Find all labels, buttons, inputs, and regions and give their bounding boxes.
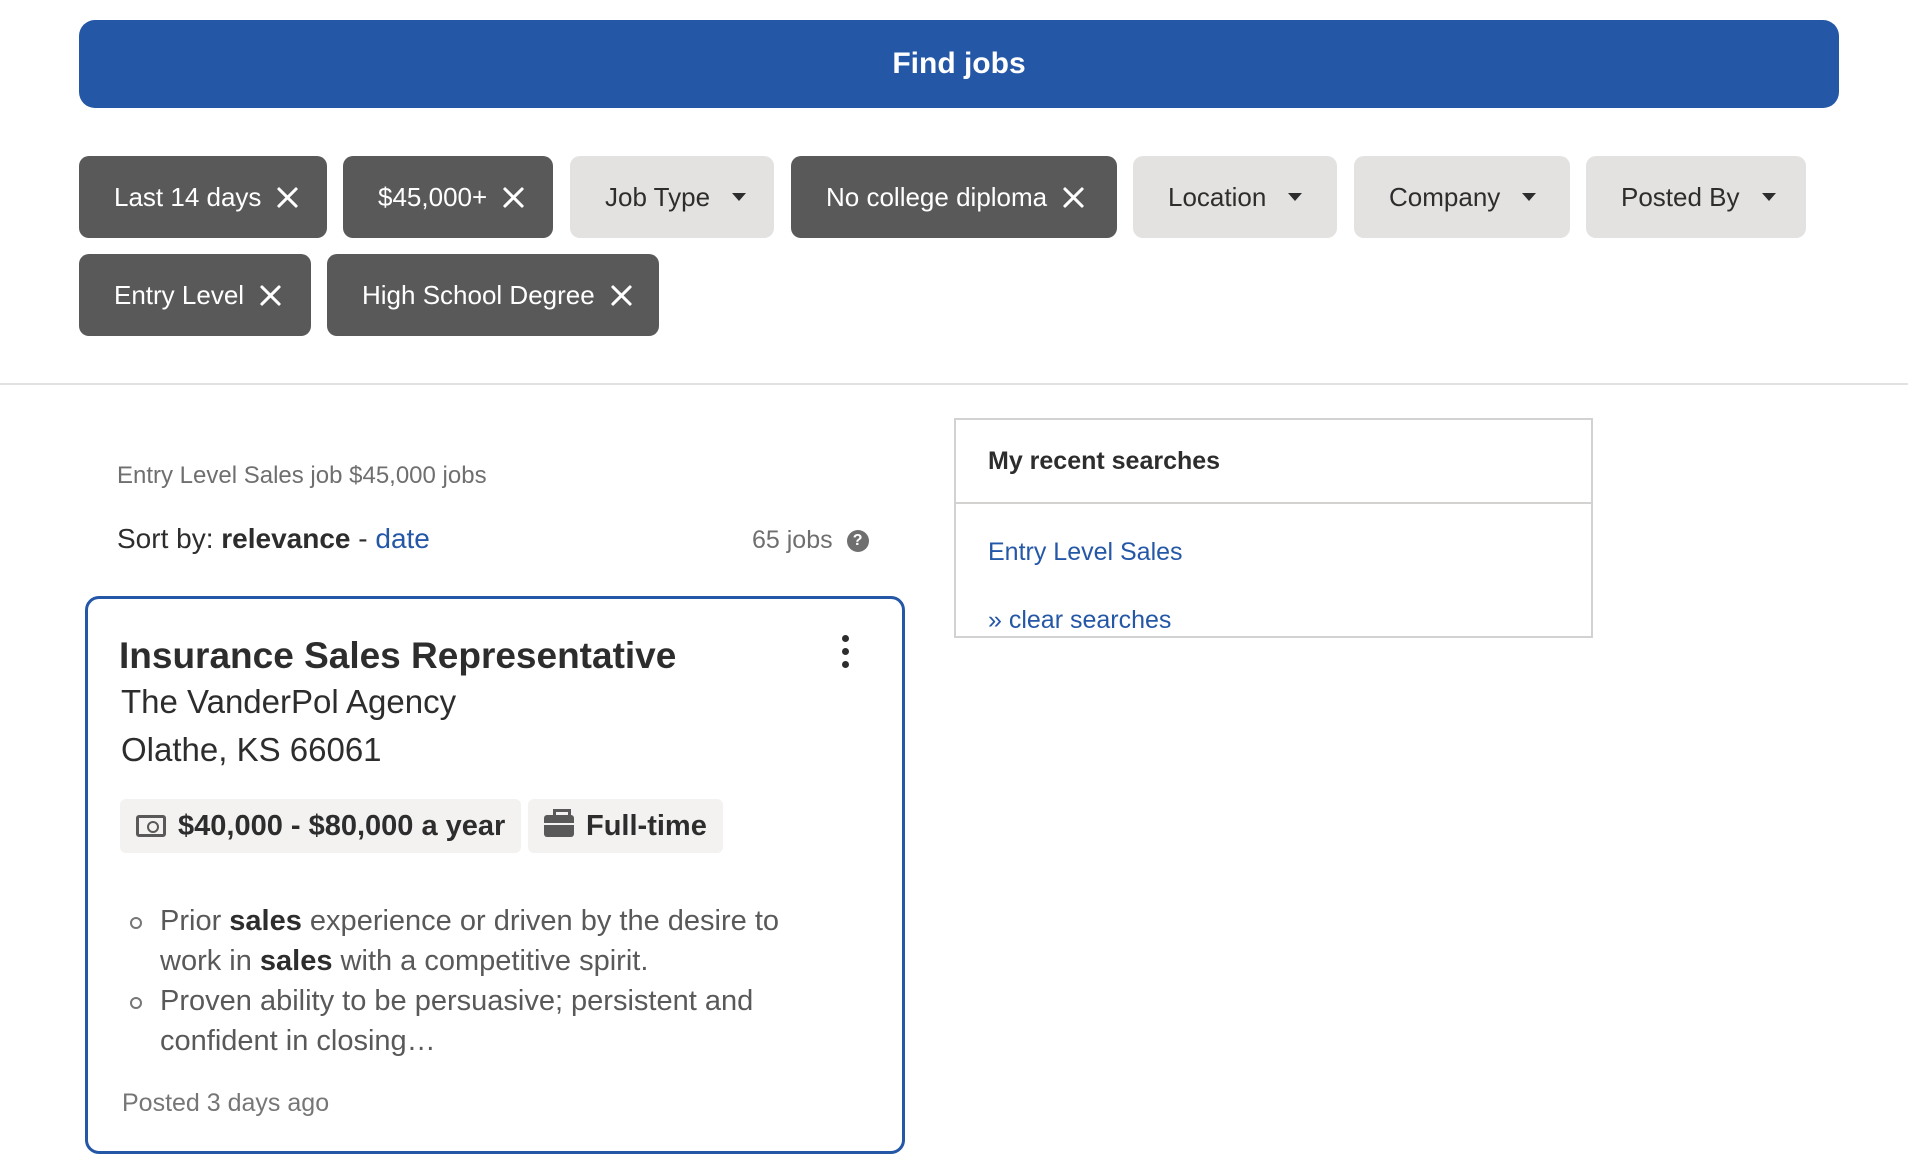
- recent-search-link[interactable]: Entry Level Sales: [988, 538, 1183, 567]
- close-icon[interactable]: [1061, 185, 1082, 209]
- chevron-down-icon: [732, 193, 747, 201]
- filter-chip-label: Entry Level: [114, 279, 245, 310]
- sort-option-date[interactable]: date: [375, 523, 430, 554]
- sort-separator: -: [358, 523, 368, 554]
- job-count: 65 jobs ?: [752, 526, 869, 555]
- job-location: Olathe, KS 66061: [121, 731, 382, 768]
- filter-chip-label: No college diploma: [826, 181, 1048, 212]
- chevron-down-icon: [1761, 193, 1776, 201]
- clear-searches-link[interactable]: » clear searches: [988, 606, 1171, 635]
- filter-chip-label: Job Type: [605, 181, 711, 212]
- briefcase-icon: [544, 809, 574, 837]
- filter-chip-label: Company: [1389, 181, 1501, 212]
- close-icon[interactable]: [609, 283, 624, 307]
- job-snippet: Prior sales experience or driven by the …: [118, 901, 838, 1061]
- close-icon[interactable]: [275, 185, 292, 209]
- job-title[interactable]: Insurance Sales Representative: [119, 635, 676, 677]
- job-type-tag: Full-time: [528, 799, 723, 853]
- section-divider: [0, 383, 1908, 385]
- chevron-down-icon: [1288, 193, 1303, 201]
- close-icon[interactable]: [501, 185, 518, 209]
- filter-chip-label: High School Degree: [362, 279, 595, 310]
- filter-chip-label: Last 14 days: [114, 181, 262, 212]
- filter-chip-experience-level[interactable]: Entry Level: [79, 254, 311, 336]
- filter-chip-salary[interactable]: $45,000+: [343, 156, 553, 238]
- help-icon[interactable]: ?: [846, 529, 869, 552]
- money-icon: [136, 815, 166, 837]
- more-options-icon[interactable]: [838, 635, 852, 675]
- recent-searches-panel: My recent searches Entry Level Sales » c…: [954, 418, 1593, 638]
- salary-text: $40,000 - $80,000 a year: [178, 809, 506, 842]
- list-item: Prior sales experience or driven by the …: [118, 901, 838, 981]
- filter-chip-posted-by[interactable]: Posted By: [1586, 156, 1806, 238]
- salary-tag: $40,000 - $80,000 a year: [120, 799, 522, 853]
- filter-chip-company[interactable]: Company: [1354, 156, 1570, 238]
- filter-chip-label: $45,000+: [378, 181, 488, 212]
- sort-label: Sort by:: [117, 523, 214, 554]
- filter-chip-label: Posted By: [1621, 181, 1740, 212]
- sort-control: Sort by: relevance - date: [117, 523, 430, 555]
- filter-chip-date-posted[interactable]: Last 14 days: [79, 156, 327, 238]
- sort-option-relevance: relevance: [221, 523, 351, 554]
- find-jobs-button[interactable]: Find jobs: [79, 20, 1839, 108]
- close-icon[interactable]: [258, 283, 276, 307]
- filter-chip-education[interactable]: No college diploma: [791, 156, 1117, 238]
- posted-date: Posted 3 days ago: [122, 1089, 330, 1117]
- chevron-down-icon: [1522, 193, 1537, 201]
- company-name: The VanderPol Agency: [121, 683, 457, 720]
- job-card[interactable]: Insurance Sales Representative The Vande…: [85, 596, 905, 1154]
- filter-chip-degree[interactable]: High School Degree: [327, 254, 659, 336]
- filter-chip-job-type[interactable]: Job Type: [570, 156, 774, 238]
- job-type-text: Full-time: [586, 809, 707, 842]
- filter-chip-location[interactable]: Location: [1133, 156, 1337, 238]
- recent-searches-title: My recent searches: [956, 420, 1591, 504]
- job-count-label: 65 jobs: [752, 526, 833, 554]
- search-query-summary: Entry Level Sales job $45,000 jobs: [117, 462, 487, 489]
- list-item: Proven ability to be persuasive; persist…: [118, 981, 838, 1061]
- filter-chip-label: Location: [1168, 181, 1267, 212]
